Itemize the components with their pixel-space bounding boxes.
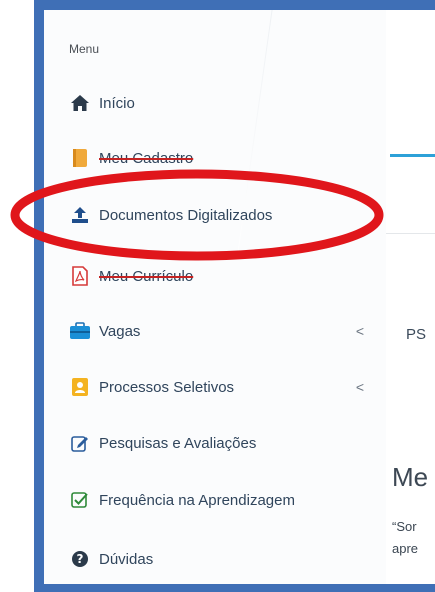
menu-heading: Menu — [69, 42, 100, 56]
sidebar-item-label: Meu Cadastro — [99, 149, 194, 167]
user-card-icon — [69, 376, 91, 398]
sidebar-item-meu-cadastro[interactable]: Meu Cadastro — [69, 143, 364, 173]
sidebar-item-meu-curriculo[interactable]: Meu Currículo — [69, 261, 364, 291]
sidebar-item-label: Processos Seletivos — [99, 378, 235, 396]
main-content: PS Me “Sor apre — [386, 10, 435, 584]
briefcase-icon — [69, 320, 91, 342]
sidebar-item-label: Meu Currículo — [99, 267, 194, 285]
svg-text:?: ? — [77, 552, 84, 566]
content-quote-line-1: “Sor — [392, 519, 417, 534]
page: Menu Início Meu Cadastro Documentos Digi… — [44, 10, 435, 584]
sidebar-item-inicio[interactable]: Início — [69, 88, 364, 118]
sidebar-item-duvidas[interactable]: ? Dúvidas — [69, 544, 364, 574]
content-tab-label[interactable]: PS — [406, 326, 426, 343]
sidebar-item-label: Vagas — [99, 322, 141, 340]
sidebar-item-label: Início — [99, 94, 135, 112]
sidebar-item-vagas[interactable]: Vagas < — [69, 316, 364, 346]
question-circle-icon: ? — [69, 548, 91, 570]
content-title: Me — [392, 462, 429, 492]
sidebar-item-label: Frequência na Aprendizagem — [99, 491, 295, 509]
sidebar-item-documentos-digitalizados[interactable]: Documentos Digitalizados — [69, 200, 364, 230]
content-quote-line-2: apre — [392, 541, 419, 556]
tab-divider — [386, 233, 435, 234]
active-tab-indicator — [390, 154, 435, 157]
sidebar-item-processos-seletivos[interactable]: Processos Seletivos < — [69, 372, 364, 402]
upload-icon — [69, 204, 91, 226]
edit-icon — [69, 432, 91, 454]
sidebar-item-frequencia-na-aprendizagem[interactable]: Frequência na Aprendizagem — [69, 485, 364, 515]
check-square-icon — [69, 489, 91, 511]
chevron-left-icon: < — [355, 379, 364, 395]
home-icon — [69, 92, 91, 114]
sidebar-item-label: Pesquisas e Avaliações — [99, 434, 257, 452]
chevron-left-icon: < — [355, 323, 364, 339]
sidebar-item-pesquisas-e-avaliacoes[interactable]: Pesquisas e Avaliações — [69, 428, 364, 458]
notebook-icon — [69, 147, 91, 169]
sidebar-item-label: Documentos Digitalizados — [99, 206, 273, 224]
sidebar-item-label: Dúvidas — [99, 550, 154, 568]
pdf-file-icon — [69, 265, 91, 287]
sidebar-menu: Menu Início Meu Cadastro Documentos Digi… — [44, 10, 387, 584]
